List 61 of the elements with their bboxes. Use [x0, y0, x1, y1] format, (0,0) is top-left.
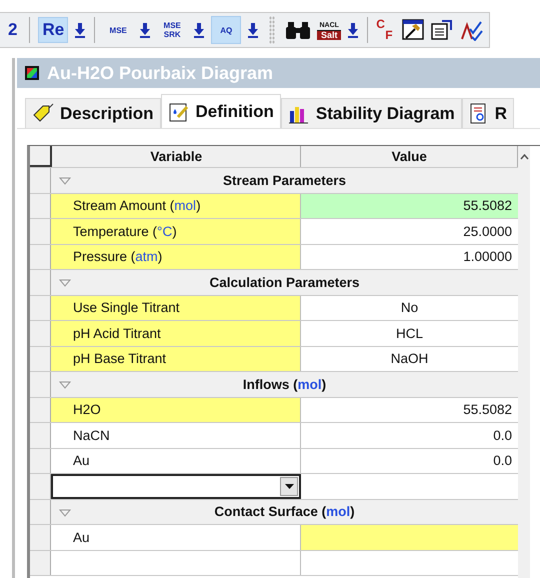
- variable-cell: H2O: [51, 398, 301, 422]
- tab[interactable]: Description: [25, 98, 161, 128]
- toolbar-button[interactable]: MSE: [103, 16, 134, 44]
- row-header[interactable]: [30, 398, 51, 422]
- app-icon: [25, 66, 39, 80]
- convert-button[interactable]: C F: [376, 19, 396, 41]
- toolbar-button[interactable]: 2: [4, 17, 22, 43]
- section-header: Calculation Parameters: [209, 274, 360, 290]
- collapse-icon[interactable]: [59, 279, 71, 287]
- variable-cell: Pressure (atm): [51, 244, 301, 269]
- section-header: Contact Surface (mol): [214, 504, 355, 520]
- tab[interactable]: Definition: [160, 94, 281, 128]
- variable-cell: Stream Amount (mol): [51, 194, 301, 218]
- row-header[interactable]: [30, 423, 51, 448]
- tab[interactable]: R: [462, 98, 514, 128]
- toolbar-button[interactable]: AQ: [211, 16, 242, 44]
- scroll-up-icon[interactable]: [520, 154, 528, 160]
- download-arrow-icon[interactable]: [347, 22, 360, 38]
- download-arrow-icon[interactable]: [247, 22, 260, 38]
- properties-icon[interactable]: [430, 19, 454, 41]
- collapse-icon[interactable]: [59, 177, 71, 185]
- variable-cell: pH Acid Titrant: [51, 321, 301, 346]
- grip-handle[interactable]: [269, 16, 276, 44]
- dropdown-field[interactable]: [51, 474, 301, 498]
- row-header[interactable]: [30, 321, 51, 346]
- binoculars-icon[interactable]: [285, 19, 312, 41]
- download-arrow-icon[interactable]: [139, 22, 152, 38]
- toolbar-button[interactable]: Re: [38, 17, 68, 43]
- column-header: Variable: [52, 146, 302, 167]
- row-header[interactable]: [30, 550, 51, 575]
- dropdown-arrow-icon: [284, 484, 294, 489]
- notepad-icon: [168, 100, 190, 122]
- download-arrow-icon[interactable]: [193, 22, 206, 38]
- section-header: Inflows (mol): [242, 376, 326, 392]
- row-header[interactable]: [30, 372, 51, 396]
- tag-icon: [32, 102, 54, 124]
- toolbar-button[interactable]: MSE SRK: [157, 16, 188, 44]
- row-header[interactable]: [30, 500, 51, 524]
- row-header[interactable]: [30, 448, 51, 473]
- variable-cell: Temperature (°C): [51, 219, 301, 244]
- variable-cell: pH Base Titrant: [51, 346, 301, 371]
- row-header[interactable]: [30, 270, 51, 294]
- row-header[interactable]: [30, 244, 51, 269]
- download-arrow-icon[interactable]: [74, 22, 86, 38]
- row-header[interactable]: [30, 219, 51, 244]
- value-cell[interactable]: 55.5082: [301, 194, 518, 218]
- hammer-icon[interactable]: [402, 19, 424, 41]
- row-header[interactable]: [30, 474, 51, 498]
- row-header[interactable]: [30, 194, 51, 218]
- collapse-icon[interactable]: [59, 508, 71, 516]
- tab[interactable]: Stability Diagram: [280, 98, 462, 128]
- row-header[interactable]: [30, 346, 51, 371]
- section-header: Stream Parameters: [222, 172, 346, 188]
- collapse-icon[interactable]: [59, 381, 71, 389]
- grid-corner[interactable]: [30, 146, 52, 167]
- row-header[interactable]: [30, 296, 51, 320]
- row-header[interactable]: [30, 525, 51, 550]
- spellcheck-icon[interactable]: [460, 19, 484, 41]
- value-cell[interactable]: [301, 525, 518, 550]
- window-title: Au-H2O Pourbaix Diagram: [47, 62, 274, 84]
- variable-cell: Use Single Titrant: [51, 296, 301, 320]
